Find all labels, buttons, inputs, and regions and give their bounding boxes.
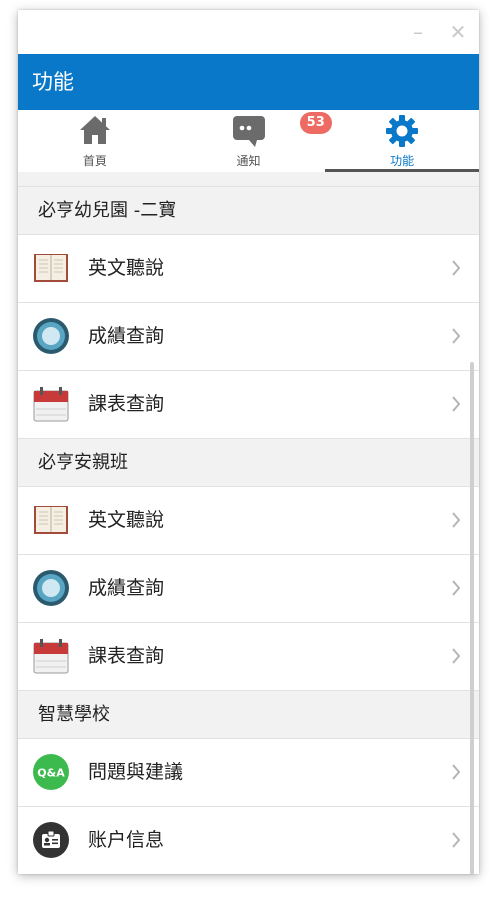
id-card-icon bbox=[32, 821, 70, 859]
list-top-gap bbox=[18, 172, 479, 187]
list-item-label: 課表查詢 bbox=[88, 393, 165, 415]
list-item-label: 英文聽說 bbox=[88, 257, 165, 279]
app-window: – ✕ 功能 首頁 53 通知 功能 必亨幼兒園 -二寶 英文聽說 成績查詢 課… bbox=[18, 10, 479, 874]
list-item-grades[interactable]: 成績查詢 bbox=[18, 555, 479, 623]
chevron-right-icon bbox=[451, 260, 461, 280]
title-bar: – ✕ bbox=[18, 10, 479, 54]
list-item-label: 成績查詢 bbox=[88, 577, 165, 599]
list-item-grades[interactable]: 成績查詢 bbox=[18, 303, 479, 371]
circle-target-icon bbox=[32, 317, 70, 355]
chevron-right-icon bbox=[451, 832, 461, 852]
list-item-account[interactable]: 账户信息 bbox=[18, 807, 479, 874]
tab-notifications[interactable]: 53 通知 bbox=[172, 110, 332, 172]
section-header: 必亨安親班 bbox=[18, 439, 479, 487]
book-icon bbox=[32, 249, 70, 287]
section-title: 必亨安親班 bbox=[38, 452, 128, 473]
calendar-icon bbox=[32, 637, 70, 675]
section-title: 智慧學校 bbox=[38, 704, 110, 725]
qa-icon-text: Q&A bbox=[37, 767, 65, 780]
circle-target-icon bbox=[32, 569, 70, 607]
list-item-label: 問題與建議 bbox=[88, 761, 184, 783]
tab-features-label: 功能 bbox=[390, 154, 415, 168]
chevron-right-icon bbox=[451, 328, 461, 348]
feature-list: 必亨幼兒園 -二寶 英文聽說 成績查詢 課表查詢 必亨安親班 英文聽說 成績查詢… bbox=[18, 172, 479, 874]
list-item-label: 課表查詢 bbox=[88, 645, 165, 667]
list-item-label: 成績查詢 bbox=[88, 325, 165, 347]
chevron-right-icon bbox=[451, 396, 461, 416]
list-item-schedule[interactable]: 課表查詢 bbox=[18, 371, 479, 439]
chevron-right-icon bbox=[451, 580, 461, 600]
section-title: 必亨幼兒園 -二寶 bbox=[38, 200, 177, 221]
tab-bar: 首頁 53 通知 功能 bbox=[18, 110, 479, 172]
chevron-right-icon bbox=[451, 512, 461, 532]
chevron-right-icon bbox=[451, 764, 461, 784]
tab-notifications-label: 通知 bbox=[236, 154, 261, 168]
page-title: 功能 bbox=[32, 70, 74, 94]
list-item-english[interactable]: 英文聽說 bbox=[18, 487, 479, 555]
chevron-right-icon bbox=[451, 648, 461, 668]
home-icon bbox=[78, 114, 112, 150]
list-item-schedule[interactable]: 課表查詢 bbox=[18, 623, 479, 691]
list-item-label: 英文聽說 bbox=[88, 509, 165, 531]
chat-icon bbox=[231, 114, 267, 152]
list-item-label: 账户信息 bbox=[88, 829, 165, 851]
book-icon bbox=[32, 501, 70, 539]
gear-icon bbox=[385, 114, 419, 152]
list-item-english[interactable]: 英文聽說 bbox=[18, 235, 479, 303]
tab-home-label: 首頁 bbox=[82, 154, 107, 168]
vertical-scrollbar[interactable] bbox=[470, 362, 474, 874]
qa-icon: Q&A bbox=[32, 753, 70, 791]
list-item-feedback[interactable]: Q&A 問題與建議 bbox=[18, 739, 479, 807]
section-header: 智慧學校 bbox=[18, 691, 479, 739]
section-header: 必亨幼兒園 -二寶 bbox=[18, 187, 479, 235]
minimize-button[interactable]: – bbox=[408, 22, 428, 42]
tab-features[interactable]: 功能 bbox=[325, 110, 479, 172]
page-header: 功能 bbox=[18, 54, 479, 110]
close-button[interactable]: ✕ bbox=[448, 22, 468, 42]
tab-home[interactable]: 首頁 bbox=[18, 110, 172, 172]
calendar-icon bbox=[32, 385, 70, 423]
